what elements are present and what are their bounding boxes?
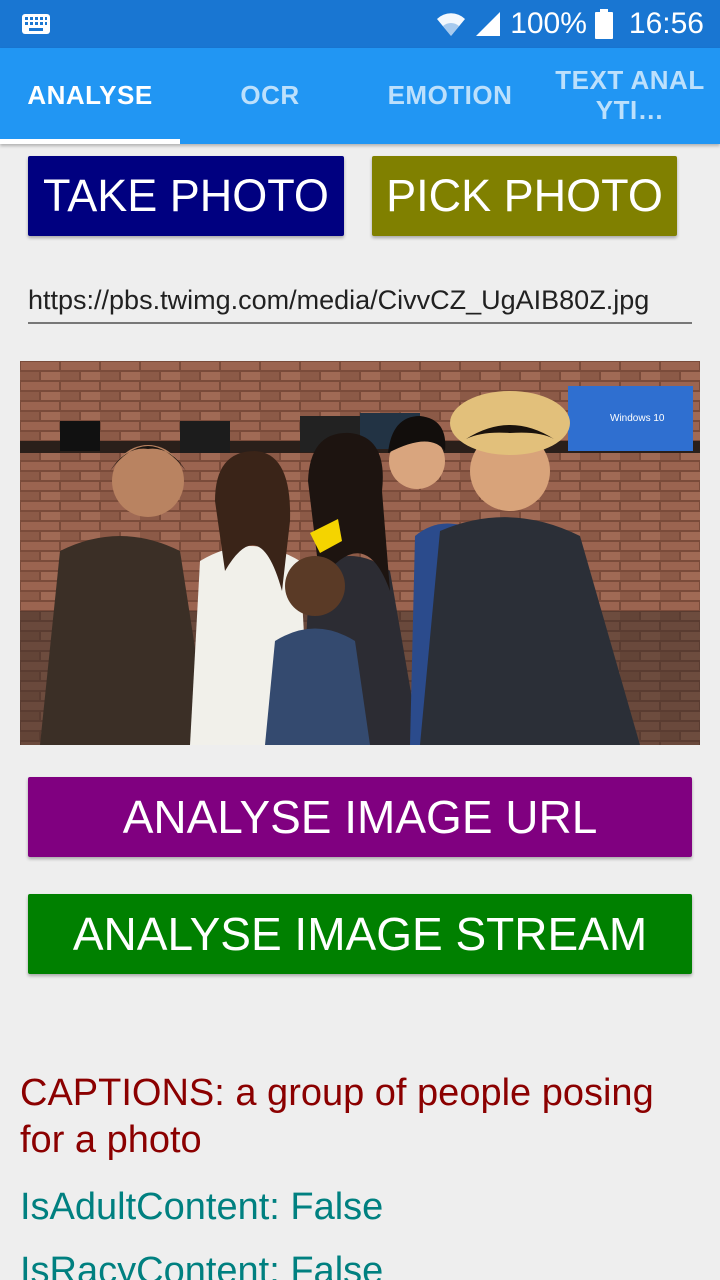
- tab-label: TEXT ANALYTI…: [555, 65, 705, 125]
- analyse-image-stream-button[interactable]: ANALYSE IMAGE STREAM: [28, 894, 692, 974]
- keyboard-icon: [22, 14, 50, 34]
- tab-emotion[interactable]: EMOTION: [360, 48, 540, 144]
- wifi-icon: [436, 10, 466, 38]
- status-bar: 100% 16:56: [0, 0, 720, 48]
- take-photo-button[interactable]: TAKE PHOTO: [28, 156, 344, 236]
- selected-photo: Windows 10: [20, 361, 700, 745]
- tab-ocr[interactable]: OCR: [180, 48, 360, 144]
- windows-sign-text: Windows 10: [610, 413, 665, 424]
- tab-text-analytics[interactable]: TEXT ANALYTI…: [540, 48, 720, 144]
- tab-label: EMOTION: [387, 80, 513, 111]
- tab-analyse[interactable]: ANALYSE: [0, 48, 180, 144]
- clock: 16:56: [628, 7, 704, 40]
- captions-result: CAPTIONS: a group of people posing for a…: [20, 1072, 654, 1161]
- tab-label: OCR: [240, 80, 300, 111]
- adult-content-result: IsAdultContent: False: [20, 1186, 384, 1228]
- image-url-input[interactable]: https://pbs.twimg.com/media/CivvCZ_UgAIB…: [28, 276, 692, 324]
- analyse-image-url-button[interactable]: ANALYSE IMAGE URL: [28, 777, 692, 857]
- tab-bar: ANALYSE OCR EMOTION TEXT ANALYTI…: [0, 48, 720, 144]
- battery-icon: [594, 9, 613, 39]
- battery-level: 100%: [510, 7, 587, 40]
- racy-content-result: IsRacyContent: False: [20, 1250, 384, 1280]
- signal-icon: [474, 10, 502, 38]
- tab-label: ANALYSE: [27, 80, 153, 111]
- pick-photo-button[interactable]: PICK PHOTO: [372, 156, 677, 236]
